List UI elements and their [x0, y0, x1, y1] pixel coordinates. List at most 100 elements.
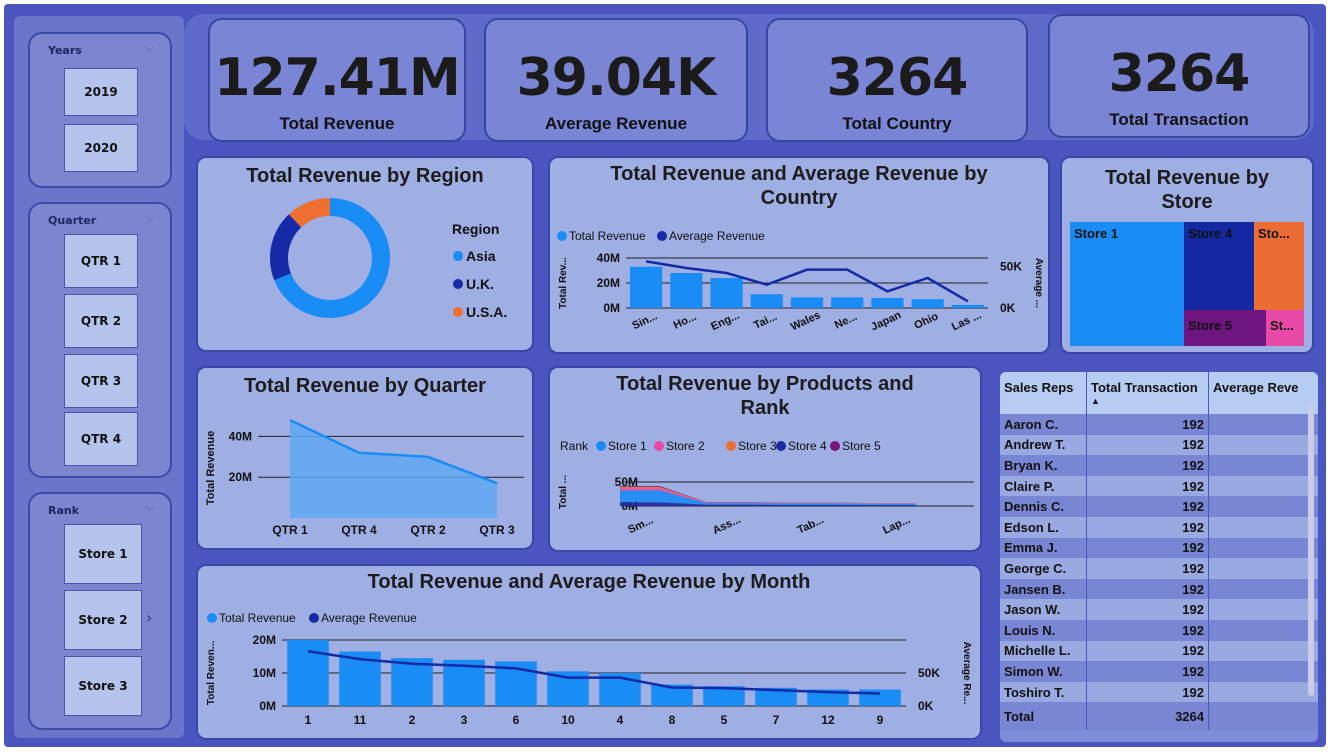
cell-total-transaction: 192: [1086, 681, 1209, 703]
country-chart-svg[interactable]: Total Revenue Average Revenue 0M 20M 40M 0K 50…: [550, 158, 1048, 352]
x-tick-label: QTR 4: [341, 523, 377, 537]
kpi-card-total-revenue: 127.41M Total Revenue: [208, 18, 466, 142]
y-axis-title: Total Rev...: [558, 257, 569, 309]
column-header-total-transaction[interactable]: Total Transaction ▲: [1086, 372, 1209, 414]
chevron-down-icon[interactable]: ⌵: [145, 40, 154, 55]
table-row[interactable]: Edson L.19217,98: [1000, 516, 1318, 538]
rank-slicer[interactable]: Rank ⌵ Store 1 Store 2 Store 3 ›: [28, 492, 172, 730]
chevron-down-icon[interactable]: ⌵: [145, 500, 154, 515]
total-cell: 39,03: [1208, 702, 1318, 731]
month-chart-card[interactable]: Total Revenue and Average Revenue by Mon…: [196, 564, 982, 740]
cell-total-transaction: 192: [1086, 558, 1209, 579]
treemap-tile-store1[interactable]: Store 1: [1070, 222, 1184, 346]
cell-average-revenue: 20,41: [1208, 681, 1318, 703]
quarter-chart-card[interactable]: Total Revenue by Quarter 20M 40M Total Rev…: [196, 366, 534, 550]
x-tick-label: Lap...: [881, 514, 912, 537]
treemap-tile-store2[interactable]: St...: [1266, 310, 1304, 346]
x-tick-label: 7: [773, 713, 780, 727]
y-tick-label: 20M: [229, 470, 252, 484]
treemap-tile-store3[interactable]: Sto...: [1254, 222, 1304, 310]
x-tick-label: 6: [513, 713, 520, 727]
table-row[interactable]: Claire P.19236,09: [1000, 475, 1318, 497]
table-row[interactable]: Louis N.19299,00: [1000, 619, 1318, 641]
kpi-card-total-country: 3264 Total Country: [766, 18, 1028, 142]
legend-label: Average Revenue: [321, 611, 417, 625]
cell-sales-rep: Jason W.: [1000, 599, 1087, 620]
legend-marker: [453, 279, 463, 289]
quarter-chart-svg[interactable]: 20M 40M Total Revenue QTR 1 QTR 4 QTR 2 QTR 3: [198, 368, 532, 548]
x-tick-label: QTR 1: [272, 523, 308, 537]
region-donut-svg[interactable]: Region Asia U.K. U.S.A.: [198, 158, 532, 350]
slicer-option-qtr2[interactable]: QTR 2: [64, 294, 138, 348]
slicer-title: Rank: [48, 504, 80, 517]
y2-axis-title: Average Re...: [961, 642, 972, 705]
cell-total-transaction: 192: [1086, 619, 1209, 641]
treemap-tile-store5[interactable]: Store 5: [1184, 310, 1266, 346]
products-chart-svg[interactable]: RankStore 1Store 2Store 3Store 4Store 50…: [550, 368, 980, 550]
x-tick-label: Ne...: [833, 311, 859, 332]
cell-total-transaction: 192: [1086, 578, 1209, 600]
sort-desc-icon[interactable]: ▲: [1091, 397, 1204, 406]
cell-sales-rep: Louis N.: [1000, 619, 1087, 641]
chevron-right-icon[interactable]: ›: [146, 608, 152, 627]
total-cell: 3264: [1086, 702, 1209, 731]
cell-total-transaction: 192: [1086, 496, 1209, 517]
cell-average-revenue: 16,20: [1208, 661, 1318, 682]
slicer-option-qtr4[interactable]: QTR 4: [64, 412, 138, 466]
table-row[interactable]: George C.19232,02: [1000, 558, 1318, 579]
chevron-down-icon[interactable]: ⌵: [145, 210, 154, 225]
dashboard-canvas: Years ⌵ 2019 2020 Quarter ⌵ QTR 1 QTR 2 …: [4, 4, 1326, 747]
years-slicer[interactable]: Years ⌵ 2019 2020: [28, 32, 172, 188]
cell-total-transaction: 192: [1086, 599, 1209, 620]
products-rank-chart-card[interactable]: Total Revenue by Products and Rank Rank S…: [548, 366, 982, 552]
slicer-option-2020[interactable]: 2020: [64, 124, 138, 172]
y2-tick-label: 0K: [918, 699, 934, 713]
x-tick-label: Wales: [789, 309, 823, 333]
legend-marker: [596, 441, 606, 451]
slicer-option-store2[interactable]: Store 2: [64, 590, 142, 650]
x-tick-label: 3: [461, 713, 468, 727]
month-chart-svg[interactable]: Total Revenue Average Revenue 0M 10M 20M 0K 50…: [198, 566, 980, 738]
column-header-sales-reps[interactable]: Sales Reps: [1000, 372, 1087, 414]
kpi-value: 3264: [826, 48, 969, 108]
slicer-option-store1[interactable]: Store 1: [64, 524, 142, 584]
table-scrollbar[interactable]: [1308, 406, 1314, 696]
table-row[interactable]: Simon W.19216,20: [1000, 661, 1318, 682]
legend-label: Total Revenue: [569, 229, 646, 243]
table-row[interactable]: Toshiro T.19220,41: [1000, 681, 1318, 703]
table-row[interactable]: Jason W.19243,30: [1000, 599, 1318, 620]
table-row[interactable]: Emma J.19211,46: [1000, 537, 1318, 559]
kpi-label: Average Revenue: [544, 114, 688, 133]
bar: [750, 294, 783, 308]
bar: [951, 304, 984, 308]
store-treemap-card[interactable]: Total Revenue by Store Store 1 Store 4 S…: [1060, 156, 1314, 354]
total-cell: Total: [1000, 702, 1087, 731]
slicer-option-qtr1[interactable]: QTR 1: [64, 234, 138, 288]
sales-reps-table[interactable]: Sales Reps Total Transaction ▲ Average Re…: [1000, 372, 1318, 742]
y-tick-label: 10M: [253, 666, 276, 680]
legend-label: Total Revenue: [219, 611, 296, 625]
bar: [871, 298, 904, 308]
cell-sales-rep: Simon W.: [1000, 661, 1087, 682]
table-row[interactable]: Jansen B.19271,58: [1000, 578, 1318, 600]
cell-average-revenue: 43,08: [1208, 455, 1318, 476]
y-axis-title: Total Revenue: [205, 431, 217, 505]
table-row[interactable]: Dennis C.19245,04: [1000, 496, 1318, 517]
legend-marker: [453, 307, 463, 317]
country-chart-card[interactable]: Total Revenue and Average Revenue by Cou…: [548, 156, 1050, 354]
table-row[interactable]: Bryan K.19243,08: [1000, 455, 1318, 476]
slicer-option-store3[interactable]: Store 3: [64, 656, 142, 716]
quarter-slicer[interactable]: Quarter ⌵ QTR 1 QTR 2 QTR 3 QTR 4: [28, 202, 172, 478]
table-row[interactable]: Andrew T.1921,08,96: [1000, 434, 1318, 456]
table-row[interactable]: Aaron C.19211,26: [1000, 414, 1318, 435]
column-header-average-revenue[interactable]: Average Reve: [1208, 372, 1318, 414]
legend-label: Average Revenue: [669, 229, 765, 243]
treemap-tile-store4[interactable]: Store 4: [1184, 222, 1254, 310]
y2-tick-label: 50K: [918, 666, 940, 680]
table-row[interactable]: Michelle L.19217,62: [1000, 640, 1318, 662]
slicer-option-qtr3[interactable]: QTR 3: [64, 354, 138, 408]
slicer-option-2019[interactable]: 2019: [64, 68, 138, 116]
bar: [287, 640, 329, 706]
region-chart-card[interactable]: Total Revenue by Region Region Asia U.K. U…: [196, 156, 534, 352]
x-tick-label: 4: [617, 713, 624, 727]
